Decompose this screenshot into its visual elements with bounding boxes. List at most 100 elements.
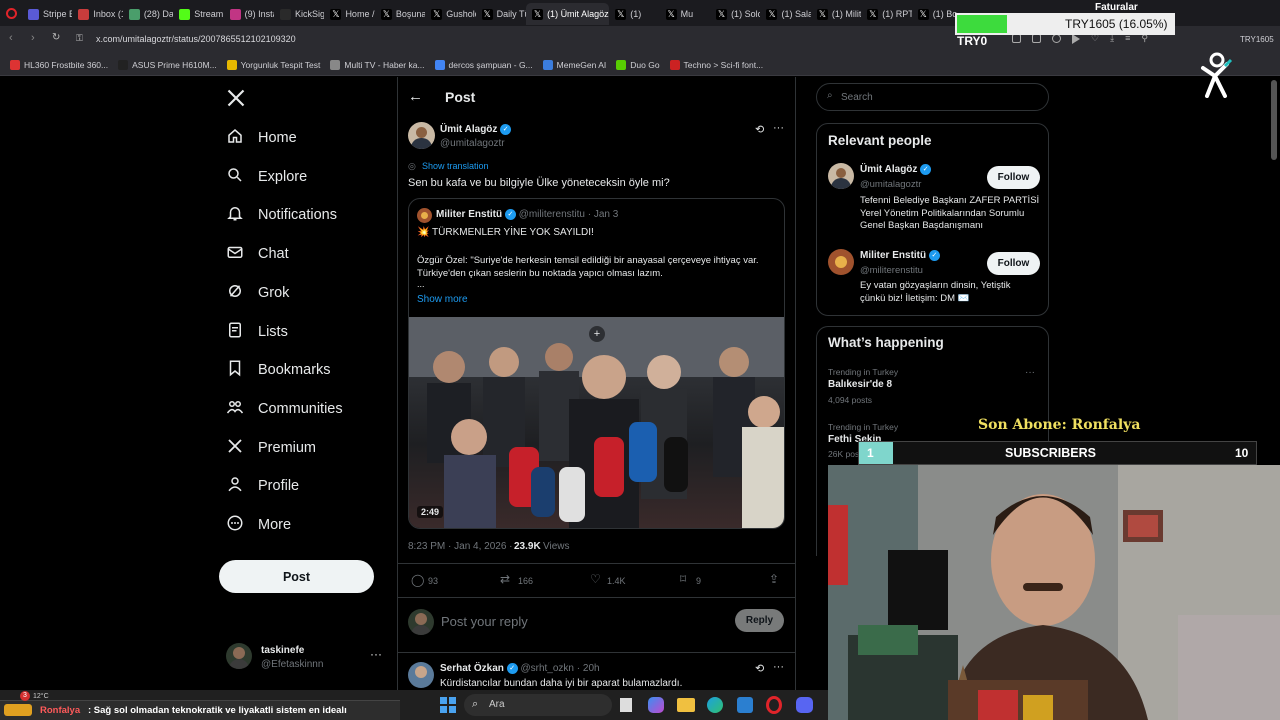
- avatar[interactable]: [828, 163, 854, 189]
- bookmark-label: Multi TV - Haber ka...: [344, 59, 425, 70]
- browser-tab[interactable]: (28) Dashb: [123, 3, 173, 25]
- show-translation-link[interactable]: Show translation: [422, 161, 489, 171]
- grok-icon[interactable]: ⟲: [755, 662, 764, 675]
- browser-tab[interactable]: 𝕏(1) Salazar: [760, 3, 811, 25]
- reply-icon[interactable]: ◯: [411, 573, 424, 587]
- discord-icon[interactable]: [796, 697, 813, 713]
- nav-item-notifications[interactable]: Notifications: [226, 204, 337, 226]
- download-icon[interactable]: ⤓: [1110, 34, 1114, 44]
- back-icon[interactable]: ‹: [9, 32, 13, 44]
- browser-tab[interactable]: 𝕏 (1): [609, 3, 659, 25]
- bookmark-icon[interactable]: ⌑: [680, 572, 686, 586]
- bookmark-item[interactable]: Duo Go: [616, 59, 660, 70]
- store-icon[interactable]: [737, 697, 753, 713]
- opera-icon[interactable]: [766, 696, 782, 714]
- person-name[interactable]: Militer Enstitü ✓: [860, 250, 940, 261]
- taskbar-search-input[interactable]: Ara: [489, 699, 505, 710]
- browser-tab[interactable]: 𝕏Gusholder: [425, 3, 476, 25]
- camera-icon[interactable]: [1032, 34, 1041, 43]
- browser-tab[interactable]: 𝕏(1) Solcu G: [710, 3, 760, 25]
- reply-author[interactable]: Serhat Özkan ✓ @srht_ozkn · 20h: [440, 663, 600, 674]
- task-view-icon[interactable]: [620, 698, 632, 712]
- bookmark-item[interactable]: Yorgunluk Tespit Test: [226, 59, 320, 70]
- nav-item-home[interactable]: Home: [226, 127, 297, 149]
- edge-icon[interactable]: [707, 697, 723, 713]
- browser-tab[interactable]: 𝕏Daily Türkç: [476, 3, 526, 25]
- opera-logo-icon[interactable]: [0, 2, 22, 24]
- browser-tab[interactable]: KickSight L: [274, 3, 324, 25]
- browser-tab[interactable]: Stream - K: [173, 3, 224, 25]
- menu-icon[interactable]: ≡: [1125, 34, 1130, 44]
- folder-icon[interactable]: [677, 698, 695, 712]
- person-name[interactable]: Ümit Alagöz ✓: [860, 164, 932, 175]
- nav-item-profile[interactable]: Profile: [226, 475, 299, 497]
- repost-icon[interactable]: ⇄: [500, 572, 510, 586]
- heart-icon[interactable]: ♡: [1091, 34, 1099, 44]
- nav-item-bookmarks[interactable]: Bookmarks: [226, 359, 331, 381]
- quote-tweet[interactable]: Militer Enstitü ✓ @militerenstitu · Jan …: [408, 198, 785, 529]
- browser-tab[interactable]: 𝕏(1) Ümit Alagöz×: [526, 3, 610, 25]
- play-icon[interactable]: [1072, 34, 1080, 44]
- taskbar-search[interactable]: ⌕ Ara: [464, 694, 612, 716]
- author-name[interactable]: Ümit Alagöz ✓: [440, 124, 512, 135]
- follow-button[interactable]: Follow: [987, 252, 1040, 275]
- browser-tab[interactable]: Inbox (1,08: [72, 3, 123, 25]
- nav-label: Explore: [258, 168, 308, 185]
- bookmark-item[interactable]: Multi TV - Haber ka...: [330, 59, 425, 70]
- browser-tab[interactable]: 𝕏Home / X: [324, 3, 375, 25]
- site-info-icon[interactable]: ⚿: [76, 33, 83, 44]
- lock-icon[interactable]: ⚲: [1141, 34, 1148, 44]
- browser-tab[interactable]: (9) Instagra: [224, 3, 274, 25]
- bookmark-item[interactable]: dercos şampuan - G...: [434, 59, 533, 70]
- post-time[interactable]: 8:23 PM · Jan 4, 2026 ·: [408, 541, 513, 552]
- show-more-link[interactable]: Show more: [417, 294, 468, 305]
- avatar[interactable]: [828, 249, 854, 275]
- trend-name[interactable]: Balıkesir'de 8: [828, 379, 892, 390]
- post-button[interactable]: Post: [219, 560, 374, 593]
- more-dots-icon[interactable]: ···: [773, 122, 784, 134]
- shield-icon[interactable]: [1052, 34, 1061, 43]
- toolbar-icon[interactable]: [1012, 34, 1021, 43]
- bookmark-item[interactable]: Techno > Sci-fi font...: [669, 59, 763, 70]
- bookmark-item[interactable]: HL360 Frostbite 360...: [10, 59, 108, 70]
- nav-item-more[interactable]: More: [226, 514, 291, 536]
- like-icon[interactable]: ♡: [590, 572, 601, 586]
- browser-tab[interactable]: 𝕏(1) RPT ga: [861, 3, 912, 25]
- nav-item-explore[interactable]: Explore: [226, 166, 307, 188]
- x-logo-icon[interactable]: [226, 88, 246, 113]
- search-box[interactable]: ⌕ Search: [816, 83, 1049, 111]
- nav-item-chat[interactable]: Chat: [226, 243, 289, 265]
- browser-tab[interactable]: 𝕏(1) Militer: [811, 3, 861, 25]
- browser-tab[interactable]: 𝕏 Mu: [660, 3, 710, 25]
- reply-input[interactable]: Post your reply: [441, 614, 528, 629]
- author-avatar[interactable]: [408, 122, 435, 149]
- copilot-icon[interactable]: [648, 697, 664, 713]
- back-arrow-icon[interactable]: ←: [408, 88, 423, 105]
- goal-target: 10: [1235, 446, 1249, 460]
- reply-button[interactable]: Reply: [735, 609, 784, 632]
- scrollbar[interactable]: [1271, 80, 1277, 160]
- author-handle[interactable]: @umitalagoztr: [440, 138, 505, 149]
- bookmark-item[interactable]: ASUS Prime H610M...: [118, 59, 217, 70]
- share-icon[interactable]: ⇪: [769, 572, 779, 586]
- account-switcher[interactable]: taskinefe @Efetaskinnn ···: [226, 643, 386, 673]
- more-dots-icon[interactable]: ···: [773, 661, 784, 673]
- nav-item-lists[interactable]: Lists: [226, 321, 288, 343]
- more-dots-icon[interactable]: ···: [1025, 367, 1035, 378]
- forward-icon[interactable]: ›: [31, 32, 35, 44]
- avatar[interactable]: [408, 662, 434, 688]
- windows-start-icon[interactable]: [440, 697, 456, 713]
- nav-item-premium[interactable]: Premium: [226, 437, 316, 459]
- search-input[interactable]: Search: [841, 92, 873, 103]
- grok-icon[interactable]: ⟲: [755, 123, 764, 136]
- browser-tab[interactable]: Stripe Expr: [22, 3, 72, 25]
- browser-tab[interactable]: 𝕏Boşuna Tık: [375, 3, 425, 25]
- follow-label: Follow: [997, 258, 1030, 269]
- nav-item-grok[interactable]: Grok: [226, 282, 289, 304]
- follow-button[interactable]: Follow: [987, 166, 1040, 189]
- reload-icon[interactable]: ↻: [52, 32, 60, 43]
- bookmark-item[interactable]: MemeGen AI: [542, 59, 606, 70]
- video-player[interactable]: 2:49 +: [409, 317, 784, 528]
- nav-item-communities[interactable]: Communities: [226, 398, 343, 420]
- url-field[interactable]: x.com/umitalagoztr/status/20078655121021…: [96, 34, 296, 44]
